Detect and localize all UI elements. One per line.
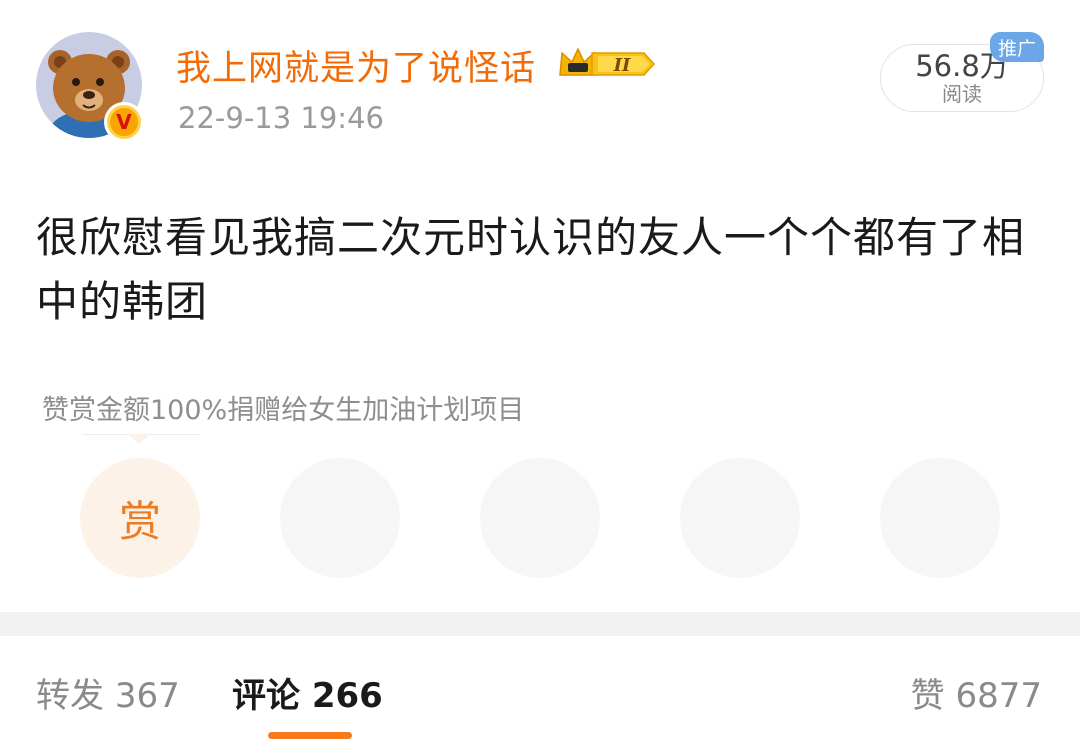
like-label: 赞 bbox=[910, 676, 945, 716]
tab-likes[interactable]: 赞 6877 bbox=[911, 668, 1042, 717]
reward-note: 赞赏金额100%捐赠给女生加油计划项目 bbox=[42, 395, 525, 426]
level-badge-text: II bbox=[613, 55, 631, 76]
post-text: 很欣慰看见我搞二次元时认识的友人一个个都有了相中的韩团 bbox=[36, 213, 1026, 326]
repost-count: 367 bbox=[114, 676, 180, 716]
comment-count: 266 bbox=[311, 676, 383, 716]
read-count-label: 阅读 bbox=[942, 82, 982, 106]
post-timestamp: 22-9-13 19:46 bbox=[178, 101, 384, 135]
comment-label: 评论 bbox=[232, 676, 300, 716]
tab-repost[interactable]: 转发 367 bbox=[36, 668, 180, 717]
supporter-avatar-placeholder bbox=[480, 458, 600, 578]
reward-supporters-row: 赏 bbox=[80, 458, 1010, 578]
like-count: 6877 bbox=[955, 676, 1042, 716]
weibo-post-page: V 我上网就是为了说怪话 II 22-9-13 19:46 56.8万 阅读 推… bbox=[0, 0, 1080, 753]
verified-badge: V bbox=[104, 102, 144, 142]
level-crown-icon[interactable]: II bbox=[556, 45, 656, 83]
tab-comments[interactable]: 评论 266 bbox=[232, 668, 383, 717]
promoted-tag: 推广 bbox=[990, 32, 1044, 62]
supporter-avatar-placeholder bbox=[880, 458, 1000, 578]
repost-label: 转发 bbox=[36, 676, 104, 716]
supporter-avatar-placeholder bbox=[280, 458, 400, 578]
active-tab-indicator bbox=[268, 732, 352, 739]
supporter-avatar-placeholder bbox=[680, 458, 800, 578]
verified-v-icon: V bbox=[107, 105, 141, 139]
reward-button[interactable]: 赏 bbox=[80, 458, 200, 578]
pointer-arrow-icon bbox=[128, 434, 150, 444]
author-name[interactable]: 我上网就是为了说怪话 bbox=[176, 40, 536, 91]
section-divider bbox=[0, 612, 1080, 636]
